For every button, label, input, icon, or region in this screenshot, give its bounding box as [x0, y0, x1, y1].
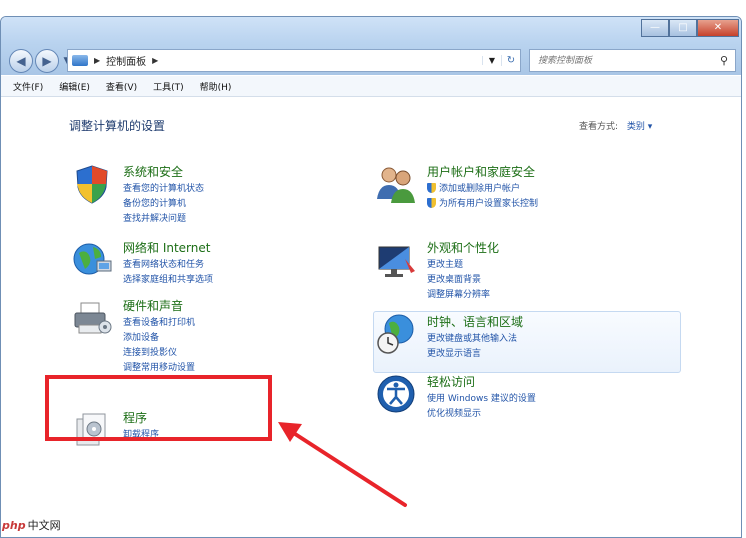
annotation-arrow-icon — [278, 422, 407, 507]
watermark-brand: 中文网 — [27, 519, 61, 532]
watermark-logo: php — [2, 518, 26, 532]
watermark: php 中文网 — [2, 517, 61, 533]
